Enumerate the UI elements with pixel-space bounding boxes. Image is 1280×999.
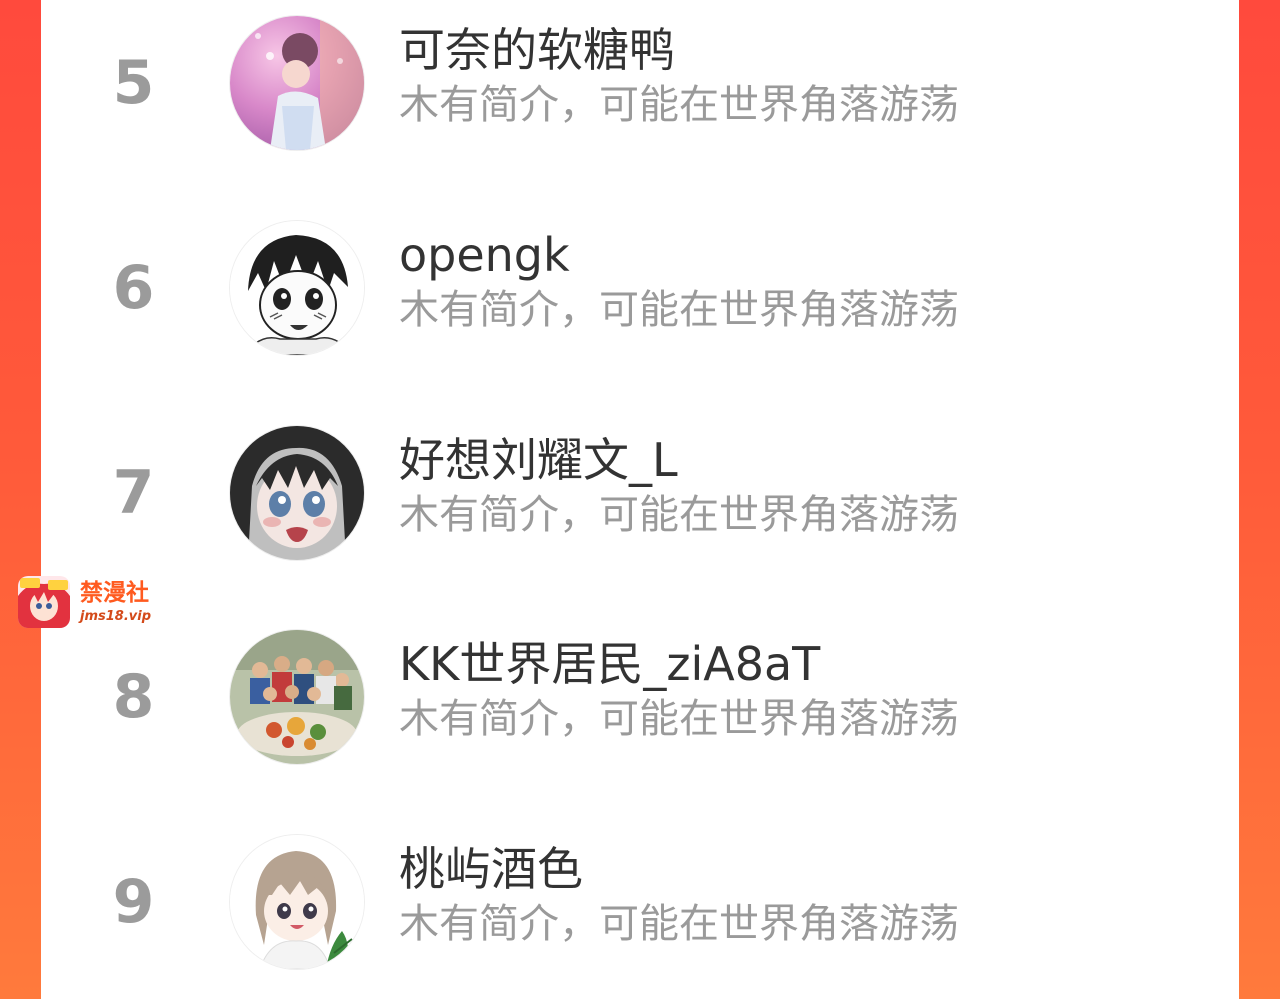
ranking-row[interactable]: 9 桃屿酒色 木有简介，可能在世界角落游荡 <box>41 831 1239 971</box>
avatar-anime-girl-crying-icon <box>230 426 364 560</box>
user-bio: 木有简介，可能在世界角落游荡 <box>399 82 959 128</box>
user-avatar[interactable] <box>230 835 364 969</box>
rank-number: 9 <box>112 867 155 937</box>
user-bio: 木有简介，可能在世界角落游荡 <box>399 901 959 947</box>
username[interactable]: 桃屿酒色 <box>399 841 583 897</box>
username[interactable]: KK世界居民_ziA8aT <box>399 636 820 692</box>
rank-number: 8 <box>112 662 155 732</box>
ranking-row[interactable]: 5 可奈的软糖鸭 木有简介，可能在世界角落游荡 <box>41 12 1239 152</box>
watermark-url: jms18.vip <box>80 609 152 624</box>
ranking-row[interactable]: 7 好想刘耀文_L 木有简介，可能在世界角落游荡 <box>41 422 1239 562</box>
avatar-group-photo-icon <box>230 630 364 764</box>
username[interactable]: opengk <box>399 227 570 283</box>
user-avatar[interactable] <box>230 630 364 764</box>
user-bio: 木有简介，可能在世界角落游荡 <box>399 287 959 333</box>
rank-number: 5 <box>112 48 155 118</box>
user-bio: 木有简介，可能在世界角落游荡 <box>399 696 959 742</box>
username[interactable]: 可奈的软糖鸭 <box>399 22 675 78</box>
watermark: 禁漫社 jms18.vip <box>18 576 168 630</box>
avatar-chibi-girl-icon <box>230 835 364 969</box>
watermark-title: 禁漫社 <box>80 580 149 606</box>
user-avatar[interactable] <box>230 16 364 150</box>
avatar-girl-pink-glow-icon <box>230 16 364 150</box>
rank-number: 6 <box>112 253 155 323</box>
ranking-row[interactable]: 6 opengk 木有简介，可能在世界角落游荡 <box>41 217 1239 357</box>
username[interactable]: 好想刘耀文_L <box>399 432 678 488</box>
user-avatar[interactable] <box>230 221 364 355</box>
user-bio: 木有简介，可能在世界角落游荡 <box>399 492 959 538</box>
user-avatar[interactable] <box>230 426 364 560</box>
ranking-row[interactable]: 8 KK世界居民_ziA8aT 木有简介，可能在世界角落游荡 <box>41 626 1239 766</box>
app-logo-icon <box>18 576 70 628</box>
avatar-manga-boy-blushing-icon <box>230 221 364 355</box>
ranking-panel: 5 可奈的软糖鸭 木有简介，可能在世界角落游荡 6 opengk 木有简介，可能… <box>41 0 1239 999</box>
rank-number: 7 <box>112 458 155 528</box>
